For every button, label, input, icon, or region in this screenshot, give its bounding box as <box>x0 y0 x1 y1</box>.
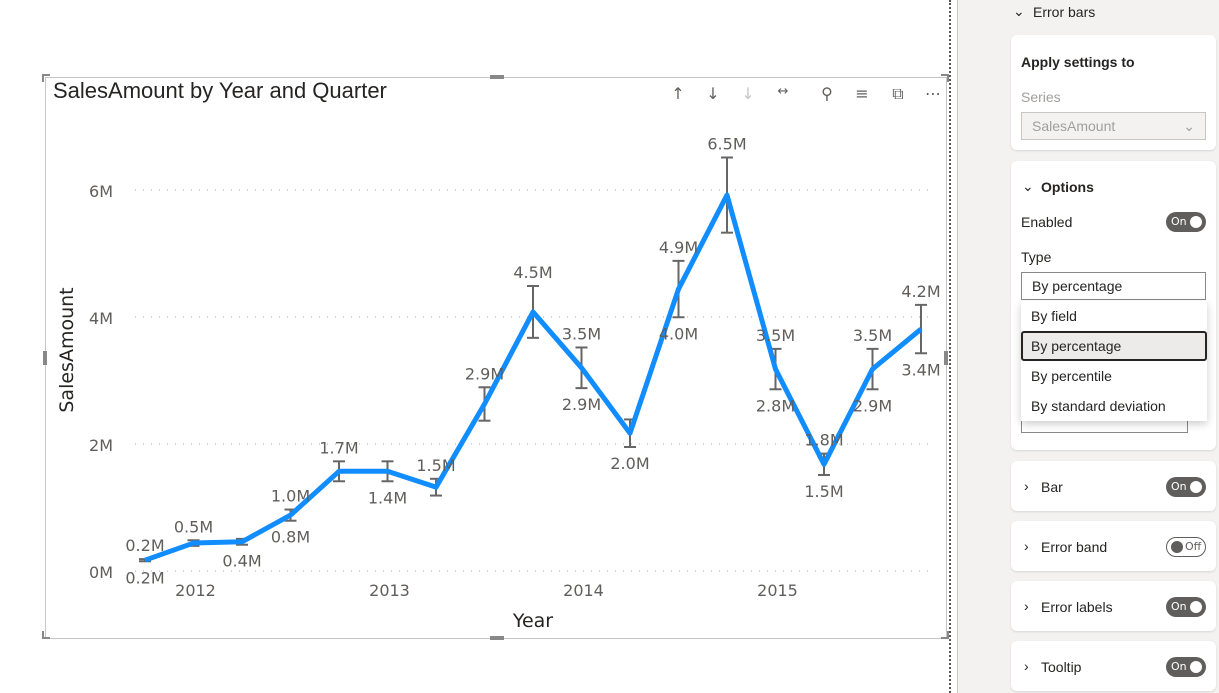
option-by-field[interactable]: By field <box>1021 301 1207 331</box>
series-dropdown: SalesAmount ⌄ <box>1021 112 1206 140</box>
data-label: 2.9M <box>562 395 601 414</box>
enabled-toggle[interactable]: On <box>1166 212 1206 232</box>
chevron-right-icon[interactable]: › <box>1024 538 1029 554</box>
data-label: 1.5M <box>416 456 455 475</box>
card-toggle[interactable]: Off <box>1166 537 1206 557</box>
apply-settings-title: Apply settings to <box>1021 54 1135 70</box>
option-by-percentage[interactable]: By percentage <box>1021 331 1207 361</box>
data-label: 2.0M <box>610 454 649 473</box>
option-by-percentile[interactable]: By percentile <box>1021 361 1207 391</box>
x-tick-label: 2012 <box>175 581 216 600</box>
type-label: Type <box>1021 249 1052 265</box>
data-label: 4.5M <box>513 263 552 282</box>
y-tick-label: 4M <box>89 309 113 328</box>
data-label: 2.8M <box>756 396 795 415</box>
card-label: Error band <box>1041 539 1108 555</box>
pane-divider[interactable] <box>951 0 958 693</box>
data-label: 3.5M <box>562 324 601 343</box>
data-label: 0.8M <box>271 528 310 547</box>
data-label: 3.4M <box>901 360 940 379</box>
series-line <box>144 192 923 563</box>
data-label: 4.9M <box>659 238 698 257</box>
series-value: SalesAmount <box>1032 118 1116 134</box>
data-label: 0.5M <box>174 517 213 536</box>
card-toggle[interactable]: On <box>1166 597 1206 617</box>
chevron-down-icon: ⌄ <box>1183 118 1195 134</box>
chevron-down-icon[interactable]: ⌄ <box>1022 178 1034 195</box>
option-by-standard-deviation[interactable]: By standard deviation <box>1021 391 1207 421</box>
y-axis-title: SalesAmount <box>56 287 78 412</box>
data-label: 2.9M <box>853 396 892 415</box>
series-label: Series <box>1021 89 1061 105</box>
data-label: 6.5M <box>707 134 746 153</box>
chart-plot: 0M 2M 4M 6M 2012 2013 2014 2015 0.2M 0.2M 0.5M 0.… <box>56 134 941 632</box>
card-toggle[interactable]: On <box>1166 477 1206 497</box>
x-axis-title: Year <box>512 610 553 632</box>
data-label: 1.7M <box>319 438 358 457</box>
card-toggle[interactable]: On <box>1166 657 1206 677</box>
card-label: Error labels <box>1041 599 1113 615</box>
data-label: 1.0M <box>271 487 310 506</box>
chevron-right-icon[interactable]: › <box>1024 478 1029 494</box>
x-tick-label: 2014 <box>563 581 604 600</box>
data-label: 2.9M <box>465 364 504 383</box>
y-tick-label: 6M <box>89 182 113 201</box>
card-label: Bar <box>1041 479 1063 495</box>
data-label: 4.2M <box>901 282 940 301</box>
type-options-list: By field By percentage By percentile By … <box>1021 301 1207 421</box>
data-label: 0.2M <box>125 568 164 587</box>
data-label: 3.5M <box>756 326 795 345</box>
data-label: 0.2M <box>125 536 164 555</box>
y-tick-label: 0M <box>89 563 113 582</box>
data-label: 3.5M <box>853 326 892 345</box>
type-dropdown[interactable]: By percentage <box>1021 272 1206 300</box>
x-tick-label: 2013 <box>369 581 410 600</box>
x-tick-label: 2015 <box>757 581 798 600</box>
data-label: 1.5M <box>804 482 843 501</box>
enabled-label: Enabled <box>1021 214 1073 230</box>
data-label: 1.8M <box>804 431 843 450</box>
data-label: 0.4M <box>222 552 261 571</box>
chevron-right-icon[interactable]: › <box>1024 598 1029 614</box>
y-tick-label: 2M <box>89 436 113 455</box>
chevron-down-icon[interactable]: ⌄ <box>1013 3 1025 20</box>
data-label: 4.0M <box>659 324 698 343</box>
card-label: Tooltip <box>1041 659 1082 675</box>
options-title[interactable]: Options <box>1041 179 1094 195</box>
section-error-bars[interactable]: Error bars <box>1033 4 1095 20</box>
chevron-right-icon[interactable]: › <box>1024 658 1029 674</box>
data-label: 1.4M <box>368 488 407 507</box>
